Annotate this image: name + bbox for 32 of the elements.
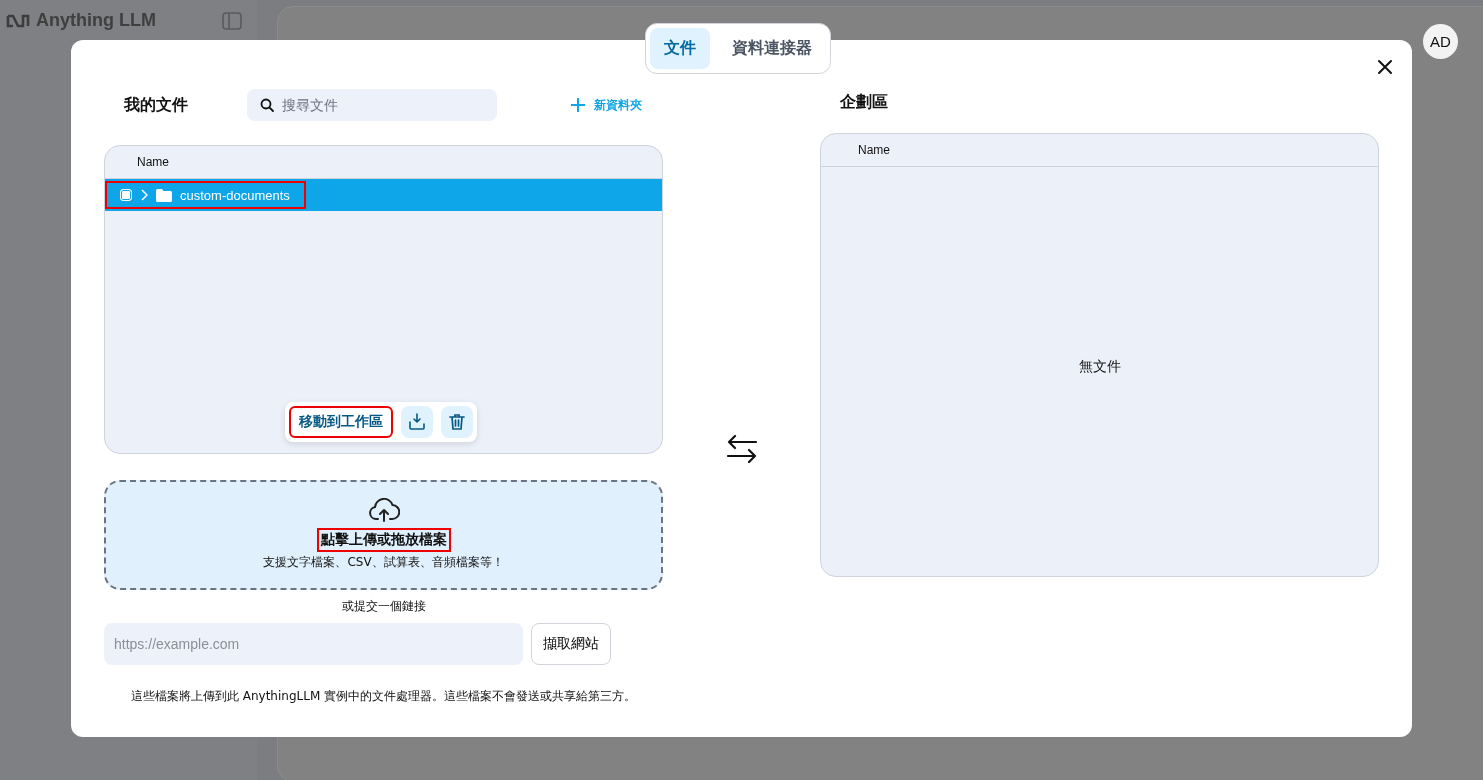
download-button[interactable] — [401, 406, 433, 438]
upload-title: 點擊上傳或拖放檔案 — [316, 528, 451, 552]
sidebar-toggle-icon[interactable] — [222, 11, 242, 30]
section-title: 企劃區 — [840, 91, 888, 113]
swap-arrows-icon[interactable] — [725, 433, 758, 463]
delete-button[interactable] — [441, 406, 473, 438]
folder-icon — [156, 188, 172, 202]
search-field[interactable]: 搜尋文件 — [247, 89, 497, 121]
upload-hint: 支援文字檔案、CSV、試算表、音頻檔案等！ — [263, 554, 504, 571]
empty-message: 無文件 — [1078, 357, 1121, 376]
chevron-icon[interactable] — [140, 189, 148, 201]
privacy-notice: 這些檔案將上傳到此 AnythingLLM 實例中的文件處理器。這些檔案不會發送或共享給第三方。 — [130, 688, 637, 705]
close-icon[interactable] — [1377, 59, 1393, 75]
logo-icon — [6, 13, 30, 28]
file-name: custom-documents — [180, 187, 290, 203]
plus-icon — [570, 97, 586, 113]
column-header: Name — [858, 143, 890, 157]
url-field[interactable]: https://example.com — [104, 623, 523, 665]
column-header: Name — [137, 155, 169, 169]
cloud-upload-icon — [367, 498, 400, 522]
checkbox[interactable] — [120, 189, 132, 201]
trash-icon — [449, 413, 465, 431]
link-prompt: 或提交一個鏈接 — [341, 598, 426, 615]
search-icon — [260, 98, 274, 112]
tab[interactable]: 文件 — [650, 28, 710, 69]
fetch-website-button[interactable]: 擷取網站 — [531, 623, 611, 665]
move-to-workspace-button[interactable]: 移動到工作區 — [289, 406, 393, 438]
upload-dropzone[interactable]: 點擊上傳或拖放檔案 支援文字檔案、CSV、試算表、音頻檔案等！ — [104, 480, 663, 590]
tab[interactable]: 資料連接器 — [718, 28, 826, 69]
app-title: Anything LLM — [36, 10, 156, 31]
section-title: 我的文件 — [124, 94, 189, 116]
download-icon — [408, 413, 426, 431]
